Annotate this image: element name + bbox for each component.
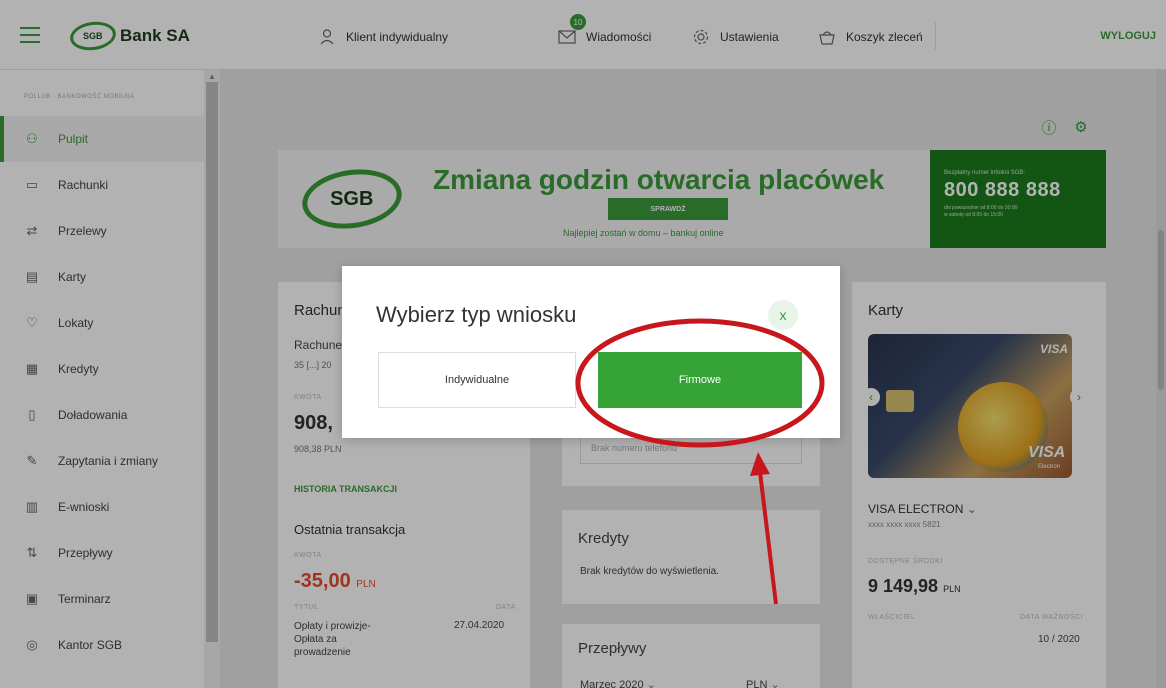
pointer-arrow-line [758, 471, 778, 605]
highlight-ellipse [575, 318, 825, 448]
pointer-arrow-head [750, 452, 770, 476]
red-annotation-overlay [575, 318, 825, 605]
